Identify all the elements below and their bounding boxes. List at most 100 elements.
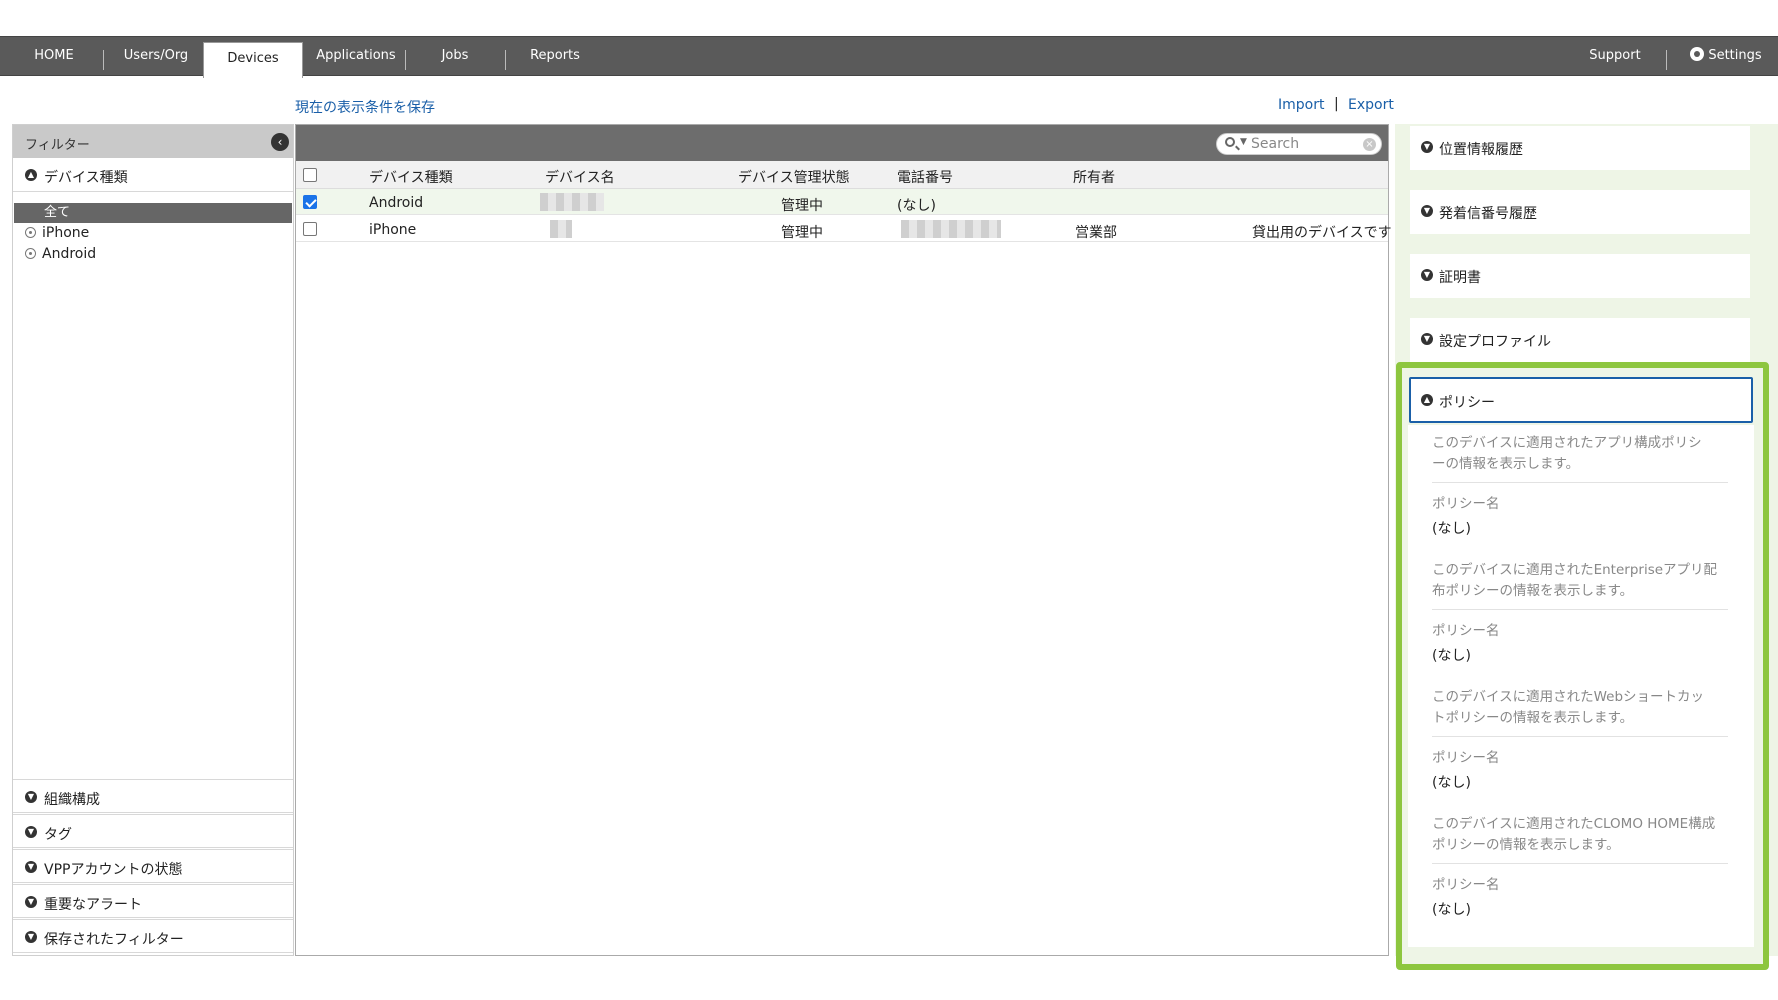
dropdown-caret-icon: ▼ (1240, 137, 1247, 147)
filter-section-label: VPPアカウントの状態 (44, 862, 183, 878)
section-location-history[interactable]: ▼ 位置情報履歴 (1410, 126, 1750, 170)
table-toolbar: ▼ Search × (296, 125, 1388, 161)
table-row[interactable]: Android 管理中 (なし) (296, 189, 1388, 215)
nav-settings[interactable]: Settings (1680, 37, 1772, 75)
redacted-device-name (540, 193, 604, 211)
filter-option-iphone[interactable]: iPhone (25, 225, 89, 241)
policy-description: このデバイスに適用されたEnterpriseアプリ配 布ポリシーの情報を表示します… (1432, 562, 1718, 599)
filter-title: フィルター (25, 138, 90, 153)
filter-option-all[interactable]: 全て (14, 203, 292, 223)
policy-name-label: ポリシー名 (1432, 496, 1500, 512)
table-header: デバイス種類 デバイス名 デバイス管理状態 電話番号 所有者 (296, 161, 1388, 189)
clear-icon[interactable]: × (1363, 138, 1376, 151)
save-view-link[interactable]: 現在の表示条件を保存 (295, 97, 435, 117)
cell-status: 管理中 (781, 198, 823, 214)
divider (1432, 736, 1728, 737)
header-device-name[interactable]: デバイス名 (545, 167, 615, 187)
chevron-down-icon: ▼ (1421, 269, 1433, 281)
divider (1432, 482, 1728, 483)
chevron-down-icon: ▼ (1421, 141, 1433, 153)
filter-section-tag[interactable]: ▼ タグ (13, 814, 293, 848)
row-checkbox[interactable] (303, 195, 317, 209)
policy-name-value: (なし) (1432, 775, 1471, 791)
nav-separator (1666, 50, 1667, 70)
nav-separator (103, 50, 104, 70)
filter-section-alert[interactable]: ▼ 重要なアラート (13, 884, 293, 918)
cell-note: 貸出用のデバイスです (1252, 225, 1392, 241)
section-label: 証明書 (1439, 270, 1481, 286)
divider (1432, 863, 1728, 864)
select-all-checkbox[interactable] (303, 168, 317, 182)
policy-name-value: (なし) (1432, 648, 1471, 664)
radio-icon (25, 248, 36, 259)
option-label: Android (42, 246, 97, 262)
cell-status: 管理中 (781, 225, 823, 241)
section-label: 設定プロファイル (1439, 334, 1551, 350)
search-placeholder: Search (1251, 136, 1300, 152)
chevron-down-icon: ▼ (1421, 333, 1433, 345)
filter-panel: フィルター ‹ ▲ デバイス種類 全て iPhone Android ▼ 組織構… (12, 124, 294, 956)
nav-reports[interactable]: Reports (523, 37, 587, 75)
nav-home[interactable]: HOME (20, 37, 88, 75)
section-policy[interactable]: ▲ ポリシー (1409, 377, 1753, 423)
filter-section-label: デバイス種類 (44, 170, 128, 186)
nav-support[interactable]: Support (1580, 37, 1650, 75)
chevron-down-icon: ▼ (25, 896, 37, 908)
chevron-down-icon: ▼ (25, 826, 37, 838)
nav-jobs[interactable]: Jobs (425, 37, 485, 75)
link-separator: | (1334, 96, 1339, 112)
nav-separator (505, 50, 506, 70)
cell-phone: (なし) (897, 198, 936, 214)
header-phone-number[interactable]: 電話番号 (897, 167, 953, 187)
search-icon (1225, 137, 1235, 147)
header-management-status[interactable]: デバイス管理状態 (738, 167, 850, 187)
nav-applications[interactable]: Applications (310, 37, 402, 75)
filter-section-label: 重要なアラート (44, 897, 142, 913)
filter-section-device-type[interactable]: ▲ デバイス種類 (13, 158, 293, 192)
policy-name-label: ポリシー名 (1432, 877, 1500, 893)
chevron-down-icon: ▼ (25, 861, 37, 873)
section-config-profile[interactable]: ▼ 設定プロファイル (1410, 318, 1750, 362)
device-table-panel: ▼ Search × デバイス種類 デバイス名 デバイス管理状態 電話番号 所有… (295, 124, 1392, 956)
section-label: 発着信番号履歴 (1439, 206, 1537, 222)
filter-header: フィルター ‹ (13, 125, 293, 158)
export-link[interactable]: Export (1348, 97, 1394, 113)
policy-description: このデバイスに適用されたCLOMO HOME構成 ポリシーの情報を表示します。 (1432, 816, 1716, 853)
section-label: ポリシー (1439, 395, 1495, 411)
policy-name-value: (なし) (1432, 521, 1471, 537)
policy-description: このデバイスに適用されたアプリ構成ポリシ ーの情報を表示します。 (1432, 435, 1702, 472)
nav-devices[interactable]: Devices (203, 42, 303, 78)
collapse-left-icon[interactable]: ‹ (271, 133, 289, 151)
top-nav: HOME Users/Org Devices Applications Jobs… (0, 36, 1778, 78)
gear-icon (1690, 47, 1705, 61)
filter-section-label: 保存されたフィルター (44, 932, 184, 948)
import-link[interactable]: Import (1278, 97, 1324, 113)
table-row[interactable]: iPhone 管理中 営業部 貸出用のデバイスです (296, 216, 1392, 242)
chevron-down-icon: ▼ (25, 931, 37, 943)
redacted-device-name (550, 220, 572, 238)
option-label: iPhone (42, 225, 90, 241)
redacted-phone (901, 220, 1001, 238)
header-device-type[interactable]: デバイス種類 (369, 167, 453, 187)
search-input[interactable]: ▼ Search × (1216, 133, 1382, 155)
settings-label: Settings (1708, 48, 1762, 63)
chevron-down-icon: ▼ (25, 791, 37, 803)
chevron-up-icon: ▲ (1421, 394, 1433, 406)
cell-device-type: iPhone (369, 222, 417, 238)
filter-section-vpp[interactable]: ▼ VPPアカウントの状態 (13, 849, 293, 883)
policy-description: このデバイスに適用されたWebショートカッ トポリシーの情報を表示します。 (1432, 689, 1705, 726)
filter-section-saved[interactable]: ▼ 保存されたフィルター (13, 919, 293, 953)
filter-section-label: タグ (44, 827, 72, 843)
nav-users-org[interactable]: Users/Org (112, 37, 200, 75)
policy-name-value: (なし) (1432, 902, 1471, 918)
filter-section-org[interactable]: ▼ 組織構成 (13, 779, 293, 813)
row-checkbox[interactable] (303, 222, 317, 236)
radio-icon (25, 227, 36, 238)
chevron-down-icon: ▼ (1421, 205, 1433, 217)
policy-body: このデバイスに適用されたアプリ構成ポリシ ーの情報を表示します。 ポリシー名 (な… (1408, 425, 1754, 947)
filter-option-android[interactable]: Android (25, 246, 96, 262)
section-call-history[interactable]: ▼ 発着信番号履歴 (1410, 190, 1750, 234)
divider (1432, 609, 1728, 610)
section-certificates[interactable]: ▼ 証明書 (1410, 254, 1750, 298)
header-owner[interactable]: 所有者 (1073, 167, 1115, 187)
